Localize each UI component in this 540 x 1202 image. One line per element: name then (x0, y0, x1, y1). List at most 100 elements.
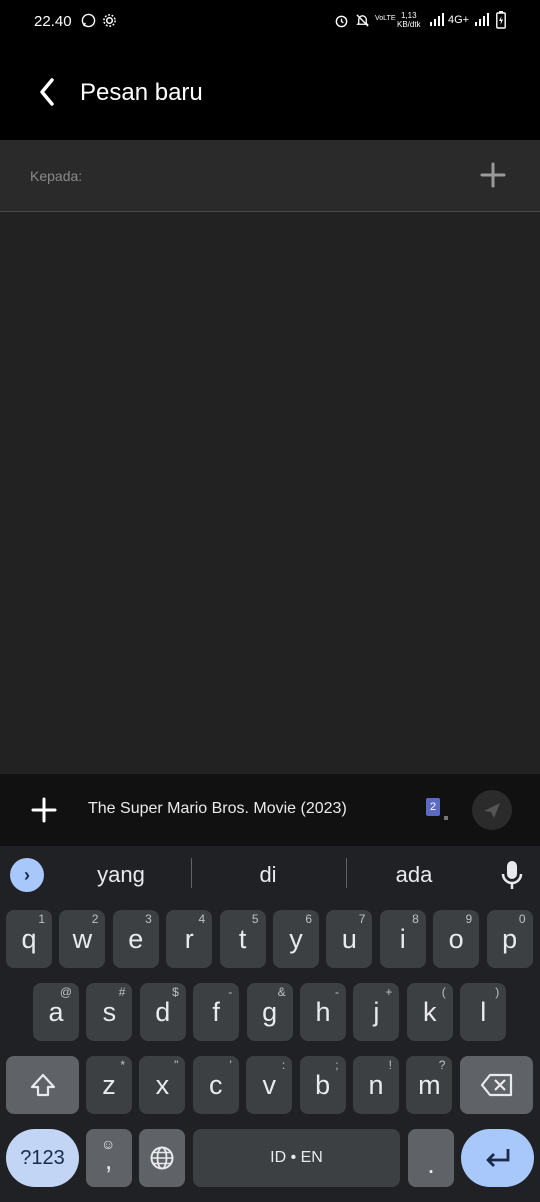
key[interactable]: u7 (326, 910, 373, 968)
key[interactable]: v: (246, 1056, 293, 1114)
key[interactable]: f- (193, 983, 240, 1041)
signal-icon (430, 13, 444, 29)
comma-label: , (105, 1145, 113, 1175)
speed-value: 1,13 (401, 11, 417, 20)
expand-toolbar-button[interactable]: › (10, 858, 44, 892)
key-label: t (238, 924, 247, 954)
key[interactable]: c ' (192, 1056, 239, 1114)
key[interactable]: t5 (219, 910, 266, 968)
settings-icon (102, 13, 117, 31)
key-hint: 4 (198, 912, 206, 926)
key-label: e (128, 924, 144, 954)
key[interactable]: a @ (33, 983, 79, 1041)
key-label: h (315, 997, 331, 1027)
microphone-icon (501, 861, 523, 889)
plus-icon (31, 797, 57, 823)
key-label: d (155, 997, 171, 1027)
symbols-key[interactable]: ?123 (6, 1129, 79, 1187)
back-button[interactable] (30, 74, 66, 110)
key-label: p (502, 924, 518, 954)
send-icon (484, 803, 500, 818)
key[interactable]: j + (353, 983, 400, 1041)
key[interactable]: s # (86, 983, 133, 1041)
key[interactable]: e3 (112, 910, 159, 968)
key-hint: ) (495, 985, 500, 999)
key[interactable]: l) (460, 983, 507, 1041)
key-hint: & (277, 985, 286, 999)
key-hint: " (174, 1058, 179, 1072)
suggestion-1[interactable]: yang (61, 862, 181, 888)
shift-icon (30, 1073, 55, 1097)
key-label: i (399, 924, 406, 954)
key[interactable]: z * (86, 1056, 132, 1114)
key[interactable]: r4 (166, 910, 213, 968)
key-label: s (102, 997, 117, 1027)
emoji-comma-key[interactable]: ☺ , (86, 1129, 132, 1187)
key-hint: ' (229, 1058, 232, 1072)
key-hint: 7 (358, 912, 366, 926)
key[interactable]: i8 (379, 910, 426, 968)
key[interactable]: p0 (486, 910, 533, 968)
key[interactable]: d $ (139, 983, 186, 1041)
key-hint: # (118, 985, 126, 999)
volte-icon: VoLTE (375, 15, 396, 22)
attach-button[interactable] (28, 794, 60, 826)
key-hint: $ (172, 985, 179, 999)
app-header: Pesan baru (0, 44, 540, 140)
network-speed: 1,13 KB/dtk (397, 11, 421, 29)
key-label: u (341, 924, 357, 954)
key-hint: ? (438, 1058, 446, 1072)
suggestion-2[interactable]: di (208, 862, 328, 888)
key[interactable]: k( (406, 983, 453, 1041)
key[interactable]: x " (139, 1056, 186, 1114)
key-hint: * (120, 1058, 125, 1072)
recipient-label: Kepada: (30, 168, 83, 184)
key-label: j (373, 997, 380, 1027)
key-label: z (102, 1070, 116, 1100)
key-label: y (289, 924, 303, 954)
alarm-icon (334, 13, 349, 31)
key-hint: @ (59, 985, 72, 999)
key[interactable]: g & (246, 983, 293, 1041)
key-label: w (72, 924, 93, 954)
key-label: a (48, 997, 64, 1027)
key[interactable]: w2 (59, 910, 106, 968)
backspace-key[interactable] (460, 1056, 533, 1114)
key-hint: 9 (465, 912, 473, 926)
key-label: v (262, 1070, 276, 1100)
period-key[interactable]: . (408, 1129, 454, 1187)
conversation-area (0, 212, 540, 774)
key-label: m (418, 1070, 441, 1100)
recipient-row[interactable]: Kepada: (0, 140, 540, 212)
sim-selector[interactable]: 2 (426, 798, 440, 816)
plus-icon (480, 162, 506, 188)
send-button[interactable] (472, 790, 512, 830)
key[interactable]: h- (300, 983, 346, 1041)
enter-key[interactable] (461, 1129, 534, 1187)
key[interactable]: o9 (433, 910, 480, 968)
suggestion-strip: › yang di ada (0, 846, 540, 902)
key-hint: ! (388, 1058, 392, 1072)
voice-input-button[interactable] (498, 858, 526, 892)
key-hint: 1 (38, 912, 45, 926)
key[interactable]: q1 (6, 910, 52, 968)
signal-icon-2 (475, 13, 489, 29)
shift-key[interactable] (6, 1056, 79, 1114)
status-time: 22.40 (34, 13, 72, 30)
key-label: f (212, 997, 220, 1027)
enter-icon (486, 1149, 509, 1167)
add-contact-button[interactable] (478, 160, 508, 190)
space-key[interactable]: ID • EN (193, 1129, 400, 1187)
suggestion-3[interactable]: ada (354, 862, 474, 888)
key-label: x (155, 1070, 170, 1100)
key[interactable]: n! (353, 1056, 399, 1114)
key[interactable]: y6 (273, 910, 319, 968)
language-key[interactable] (139, 1129, 185, 1187)
message-input[interactable]: The Super Mario Bros. Movie (2023) (88, 800, 347, 818)
globe-icon (150, 1146, 174, 1170)
status-bar: 22.40 VoLTE 1,13 KB/dtk 4G+ (0, 0, 540, 44)
key-hint: 5 (251, 912, 259, 926)
key[interactable]: b; (299, 1056, 346, 1114)
key-label: n (368, 1070, 384, 1100)
key[interactable]: m? (406, 1056, 453, 1114)
